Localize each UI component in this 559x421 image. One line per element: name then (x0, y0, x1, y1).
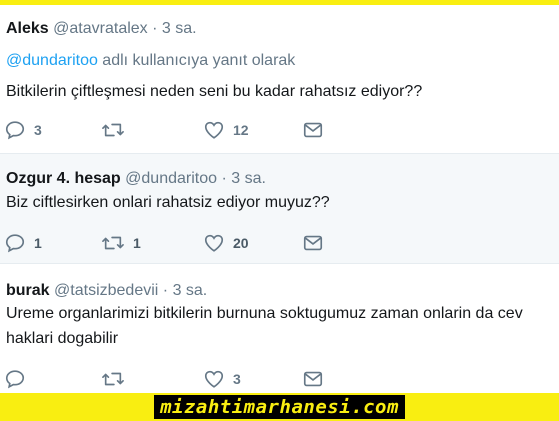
envelope-icon (302, 368, 324, 390)
like-count: 12 (233, 122, 249, 138)
tweet-3[interactable]: burak @tatsizbedevii · 3 sa. Ureme organ… (0, 263, 559, 393)
retweet-button[interactable] (101, 368, 133, 390)
author-name[interactable]: Aleks (6, 20, 49, 37)
reply-mention-link[interactable]: @dundaritoo (6, 52, 98, 69)
reply-count: 1 (34, 235, 42, 251)
author-name[interactable]: Ozgur 4. hesap (6, 170, 121, 187)
separator-dot: · (162, 282, 169, 299)
tweet-header: burak @tatsizbedevii · 3 sa. (6, 281, 207, 301)
retweet-icon (101, 368, 125, 390)
separator-dot: · (152, 20, 158, 37)
like-count: 3 (233, 371, 241, 387)
separator-dot: · (221, 170, 227, 187)
reply-button[interactable] (4, 368, 34, 390)
like-count: 20 (233, 235, 249, 251)
heart-icon (203, 119, 225, 141)
reply-icon (4, 119, 26, 141)
watermark-text: mizahtimarhanesi.com (154, 395, 405, 419)
watermark-banner: mizahtimarhanesi.com (0, 393, 559, 421)
retweet-button[interactable] (101, 119, 133, 141)
retweet-button[interactable]: 1 (101, 232, 141, 254)
direct-message-button[interactable] (302, 119, 324, 141)
envelope-icon (302, 232, 324, 254)
author-handle[interactable]: @atavratalex (53, 20, 148, 37)
direct-message-button[interactable] (302, 232, 324, 254)
reply-button[interactable]: 3 (4, 119, 42, 141)
tweet-text: Biz ciftlesirken onlari rahatsiz ediyor … (6, 194, 330, 211)
tweet-2[interactable]: Ozgur 4. hesap @dundaritoo · 3 sa. Biz c… (0, 153, 559, 263)
reply-icon (4, 368, 26, 390)
tweet-actions: 3 (0, 368, 559, 390)
reply-context: @dundaritoo adlı kullanıcıya yanıt olara… (6, 51, 295, 71)
tweet-actions: 1 1 20 (0, 232, 559, 254)
timestamp[interactable]: 3 sa. (173, 282, 208, 299)
like-button[interactable]: 12 (203, 119, 249, 141)
author-handle[interactable]: @tatsizbedevii (54, 282, 158, 299)
timestamp[interactable]: 3 sa. (231, 170, 266, 187)
envelope-icon (302, 119, 324, 141)
tweet-header: Ozgur 4. hesap @dundaritoo · 3 sa. (6, 169, 266, 189)
tweet-header: Aleks @atavratalex · 3 sa. (6, 19, 197, 39)
reply-count: 3 (34, 122, 42, 138)
author-name[interactable]: burak (6, 282, 50, 299)
reply-button[interactable]: 1 (4, 232, 42, 254)
author-handle[interactable]: @dundaritoo (125, 170, 217, 187)
reply-icon (4, 232, 26, 254)
heart-icon (203, 368, 225, 390)
tweet-actions: 3 12 (0, 119, 559, 141)
like-button[interactable]: 20 (203, 232, 249, 254)
direct-message-button[interactable] (302, 368, 324, 390)
tweet-1[interactable]: Aleks @atavratalex · 3 sa. @dundaritoo a… (0, 5, 559, 153)
tweet-text-line-1: Ureme organlarimizi bitkilerin burnuna s… (6, 305, 523, 322)
retweet-icon (101, 119, 125, 141)
retweet-count: 1 (133, 235, 141, 251)
reply-context-text: adlı kullanıcıya yanıt olarak (97, 52, 296, 69)
like-button[interactable]: 3 (203, 368, 241, 390)
tweet-text-line-2: haklari dogabilir (6, 330, 119, 347)
tweet-text: Bitkilerin çiftleşmesi neden seni bu kad… (6, 83, 423, 100)
heart-icon (203, 232, 225, 254)
retweet-icon (101, 232, 125, 254)
timestamp[interactable]: 3 sa. (162, 20, 197, 37)
